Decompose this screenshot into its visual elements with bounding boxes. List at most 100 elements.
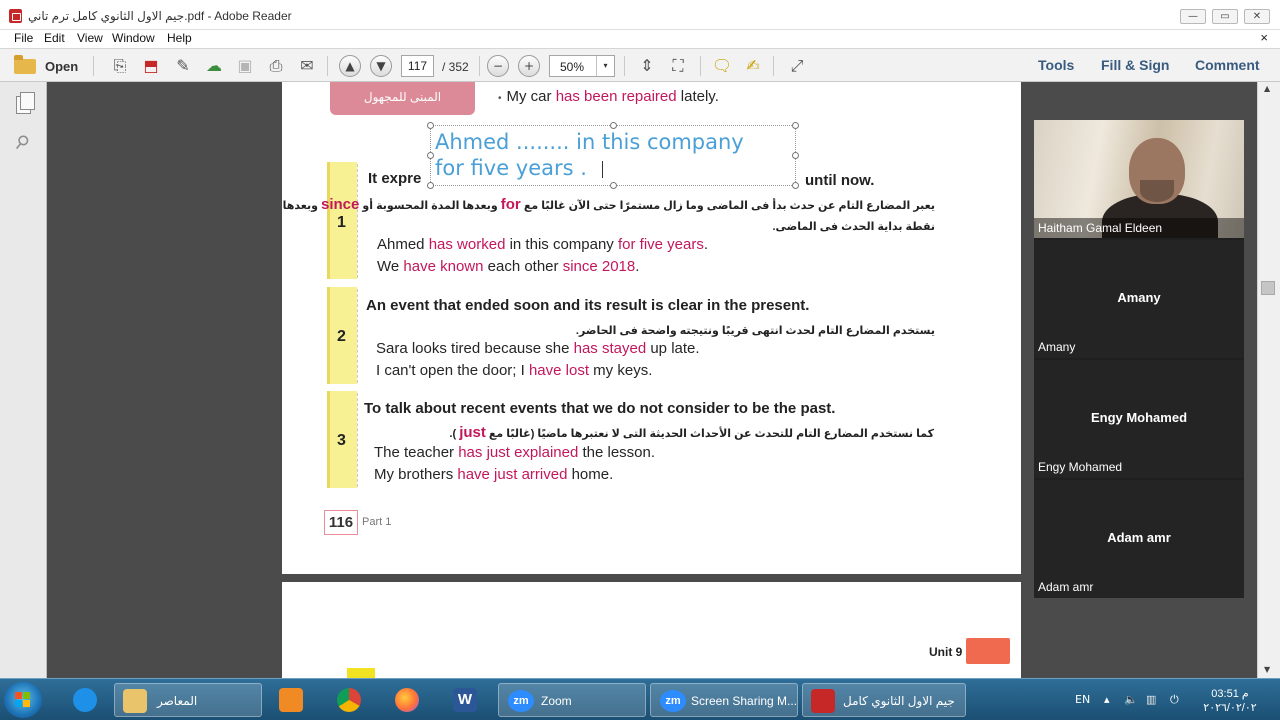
windows-logo-icon xyxy=(15,692,31,708)
example-text: Sara looks tired because she xyxy=(376,340,574,357)
menu-window[interactable]: Window xyxy=(112,31,155,45)
arabic-text: وبعدها xyxy=(282,200,318,212)
resize-handle[interactable] xyxy=(792,122,799,129)
zoom-icon: zm xyxy=(660,690,686,712)
sticky-note-icon[interactable]: 🗨 xyxy=(711,55,733,77)
resize-handle[interactable] xyxy=(610,122,617,129)
scroll-thumb[interactable] xyxy=(1261,281,1275,295)
page-number: 116 xyxy=(324,510,358,535)
participant-tile[interactable]: Engy Mohamed Engy Mohamed xyxy=(1034,360,1244,478)
system-clock[interactable]: 03:51 م ٢٠٢٦/٠٢/٠٢ xyxy=(1200,687,1260,715)
arabic-since: since xyxy=(320,196,360,213)
tools-pane-button[interactable]: Tools xyxy=(1038,57,1074,73)
zoom-in-button[interactable]: + xyxy=(518,55,540,77)
show-hidden-icons[interactable]: ▴ xyxy=(1104,693,1110,706)
taskbar-zoom-button[interactable]: zm Zoom xyxy=(498,683,646,717)
volume-icon[interactable]: 🔈 xyxy=(1124,693,1138,706)
menu-edit[interactable]: Edit xyxy=(44,31,65,45)
zoom-value: 50% xyxy=(560,60,585,74)
zoom-select[interactable]: 50% ▾ xyxy=(549,55,615,77)
section-2-arabic: يستخدم المضارع التام لحدث انتهى قريبًا و… xyxy=(575,325,935,337)
resize-handle[interactable] xyxy=(427,122,434,129)
edit-pdf-icon[interactable]: ✎ xyxy=(172,55,194,77)
pdf-page-next: Unit 9 xyxy=(282,582,1021,678)
email-icon[interactable]: ✉ xyxy=(296,55,318,77)
example-text: . xyxy=(635,258,640,275)
expand-icon[interactable]: ⤢ xyxy=(786,55,808,77)
save-icon[interactable]: ▣ xyxy=(234,55,256,77)
example-highlight: has worked xyxy=(428,236,506,253)
menu-view[interactable]: View xyxy=(77,31,103,45)
resize-handle[interactable] xyxy=(610,182,617,189)
fill-sign-pane-button[interactable]: Fill & Sign xyxy=(1101,57,1169,73)
example-text: my keys. xyxy=(589,362,653,379)
arabic-text: كما نستخدم المضارع التام للتحدث عن الأحد… xyxy=(488,428,934,440)
zoom-out-button[interactable]: − xyxy=(487,55,509,77)
language-indicator[interactable]: EN xyxy=(1075,693,1090,706)
power-icon[interactable]: ⏻ xyxy=(1170,693,1179,707)
typewriter-text-box[interactable]: Ahmed ........ in this company for five … xyxy=(427,122,799,189)
scroll-up-icon[interactable]: ▲ xyxy=(1264,84,1270,93)
word-button[interactable]: W xyxy=(442,683,488,717)
page-number-input[interactable]: 117 xyxy=(401,55,434,77)
attachments-icon[interactable]: ⚲ xyxy=(10,130,34,155)
bullet: • xyxy=(498,93,502,104)
highlight-text-icon[interactable]: ✍ xyxy=(742,55,764,77)
close-document-button[interactable]: × xyxy=(1260,30,1268,45)
fit-width-icon[interactable]: ⛶ xyxy=(667,55,689,77)
section-marker xyxy=(347,668,375,678)
resize-handle[interactable] xyxy=(427,152,434,159)
toolbar-divider xyxy=(327,56,328,76)
network-icon[interactable]: ▥ xyxy=(1146,693,1156,706)
close-window-button[interactable]: ✕ xyxy=(1244,9,1270,24)
print-icon[interactable]: ⎙ xyxy=(265,55,287,77)
section-1-example-1: Ahmed has worked in this company for fiv… xyxy=(377,236,708,253)
scroll-down-icon[interactable]: ▼ xyxy=(1264,665,1270,674)
taskbar-reader-button[interactable]: جيم الاول الثانوي كامل xyxy=(802,683,966,717)
taskbar-screen-sharing-button[interactable]: zm Screen Sharing M... xyxy=(650,683,798,717)
section-1-heading-start: It expre xyxy=(368,170,422,187)
internet-explorer-button[interactable] xyxy=(62,683,108,717)
section-3-number: 3 xyxy=(337,432,346,449)
section-1-arabic-line-1: يعبر المضارع التام عن حدث بدأ فى الماضى … xyxy=(283,196,935,213)
resize-handle[interactable] xyxy=(792,182,799,189)
example-text: up late. xyxy=(646,340,700,357)
taskbar-folder-button[interactable]: المعاصر xyxy=(114,683,262,717)
resize-handle[interactable] xyxy=(427,182,434,189)
media-player-button[interactable] xyxy=(268,683,314,717)
example-highlight: has just explained xyxy=(458,444,579,461)
cloud-upload-icon[interactable]: ☁ xyxy=(203,55,225,77)
maximize-button[interactable]: ▭ xyxy=(1212,9,1238,24)
typed-text[interactable]: Ahmed ........ in this company for five … xyxy=(435,129,744,181)
arabic-text: يعبر المضارع التام عن حدث بدأ فى الماضى … xyxy=(523,200,935,212)
open-button[interactable]: Open xyxy=(14,54,78,77)
create-pdf-icon[interactable]: ⎘ xyxy=(109,55,131,77)
participant-tile[interactable]: Haitham Gamal Eldeen xyxy=(1034,120,1244,238)
toolbar-divider xyxy=(700,56,701,76)
chrome-button[interactable] xyxy=(326,683,372,717)
intro-suffix: lately. xyxy=(676,88,719,105)
example-highlight: for five years xyxy=(617,236,704,253)
previous-page-button[interactable]: ▲ xyxy=(339,55,361,77)
fit-page-icon[interactable]: ⇕ xyxy=(636,55,658,77)
participant-tile[interactable]: Adam amr Adam amr xyxy=(1034,480,1244,598)
window-title: جيم الاول الثانوي كامل ترم تاني.pdf - Ad… xyxy=(28,9,292,23)
participant-tile[interactable]: Amany Amany xyxy=(1034,240,1244,358)
vertical-scrollbar[interactable]: ▲ ▼ xyxy=(1257,82,1280,678)
chevron-down-icon[interactable]: ▾ xyxy=(596,56,614,76)
export-pdf-icon[interactable]: ⬒ xyxy=(140,55,162,77)
menu-help[interactable]: Help xyxy=(167,31,192,45)
section-1-heading-end: until now. xyxy=(805,172,875,189)
minimize-button[interactable]: — xyxy=(1180,9,1206,24)
example-text: each other xyxy=(483,258,563,275)
next-page-button[interactable]: ▼ xyxy=(370,55,392,77)
page-thumbnails-icon[interactable] xyxy=(16,92,35,114)
start-button[interactable] xyxy=(4,682,42,718)
section-1-example-2: We have known each other since 2018. xyxy=(377,258,639,275)
comment-pane-button[interactable]: Comment xyxy=(1195,57,1260,73)
example-text: I can't open the door; I xyxy=(376,362,529,379)
resize-handle[interactable] xyxy=(792,152,799,159)
clock-date: ٢٠٢٦/٠٢/٠٢ xyxy=(1203,702,1257,714)
menu-file[interactable]: File xyxy=(14,31,33,45)
firefox-button[interactable] xyxy=(384,683,430,717)
